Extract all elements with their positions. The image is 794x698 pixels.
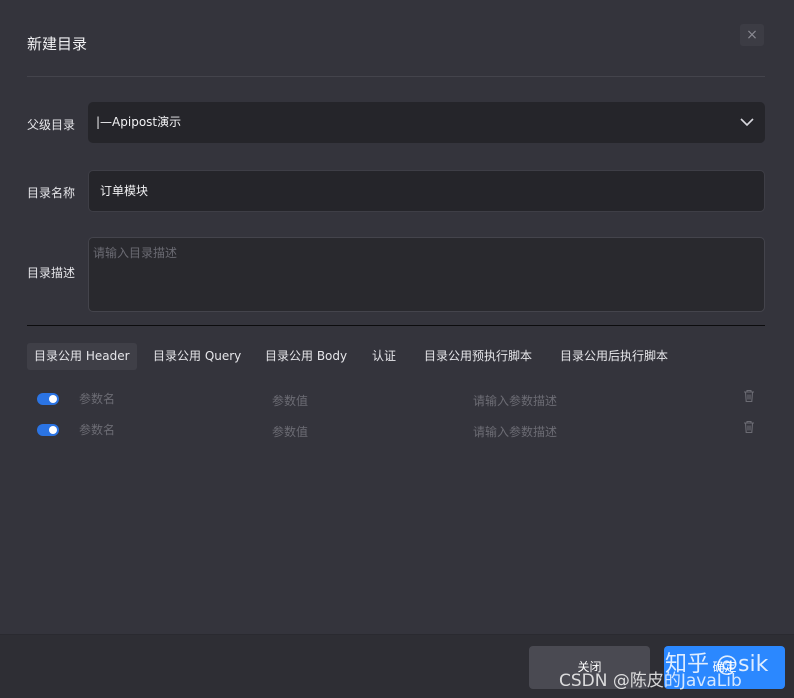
param-name-input[interactable]: 参数名 <box>79 390 115 407</box>
parent-dir-value: |—Apipost演示 <box>96 115 182 129</box>
dir-name-input[interactable]: 订单模块 <box>88 170 765 212</box>
tab-header[interactable]: 目录公用 Header <box>27 343 137 370</box>
tab-post-script[interactable]: 目录公用后执行脚本 <box>560 343 668 370</box>
param-enable-toggle[interactable] <box>37 393 59 405</box>
dir-desc-label: 目录描述 <box>27 266 76 280</box>
param-row: 参数名 参数值 请输入参数描述 <box>27 388 767 412</box>
chevron-down-icon <box>740 118 754 127</box>
tab-body[interactable]: 目录公用 Body <box>265 343 347 370</box>
param-row: 参数名 参数值 请输入参数描述 <box>27 419 767 443</box>
dir-name-label: 目录名称 <box>27 186 76 200</box>
param-name-input[interactable]: 参数名 <box>79 421 115 438</box>
parent-dir-select[interactable]: |—Apipost演示 <box>88 102 765 143</box>
tab-auth[interactable]: 认证 <box>372 343 396 370</box>
tab-pre-script[interactable]: 目录公用预执行脚本 <box>424 343 532 370</box>
dir-desc-placeholder: 请输入目录描述 <box>93 246 178 260</box>
trash-icon[interactable] <box>742 420 756 434</box>
toggle-knob <box>49 426 57 434</box>
tab-query[interactable]: 目录公用 Query <box>153 343 241 370</box>
toggle-knob <box>49 395 57 403</box>
close-icon[interactable]: × <box>740 24 764 46</box>
section-divider <box>27 325 765 326</box>
parent-dir-label: 父级目录 <box>27 118 76 132</box>
dialog-title: 新建目录 <box>27 35 88 53</box>
title-divider <box>27 76 765 77</box>
param-desc-input[interactable]: 请输入参数描述 <box>473 392 557 409</box>
param-value-input[interactable]: 参数值 <box>272 423 308 440</box>
trash-icon[interactable] <box>742 389 756 403</box>
csdn-watermark: CSDN @陈皮的JavaLib <box>559 671 742 691</box>
param-value-input[interactable]: 参数值 <box>272 392 308 409</box>
dir-desc-textarea[interactable]: 请输入目录描述 <box>88 237 765 312</box>
param-enable-toggle[interactable] <box>37 424 59 436</box>
param-desc-input[interactable]: 请输入参数描述 <box>473 423 557 440</box>
